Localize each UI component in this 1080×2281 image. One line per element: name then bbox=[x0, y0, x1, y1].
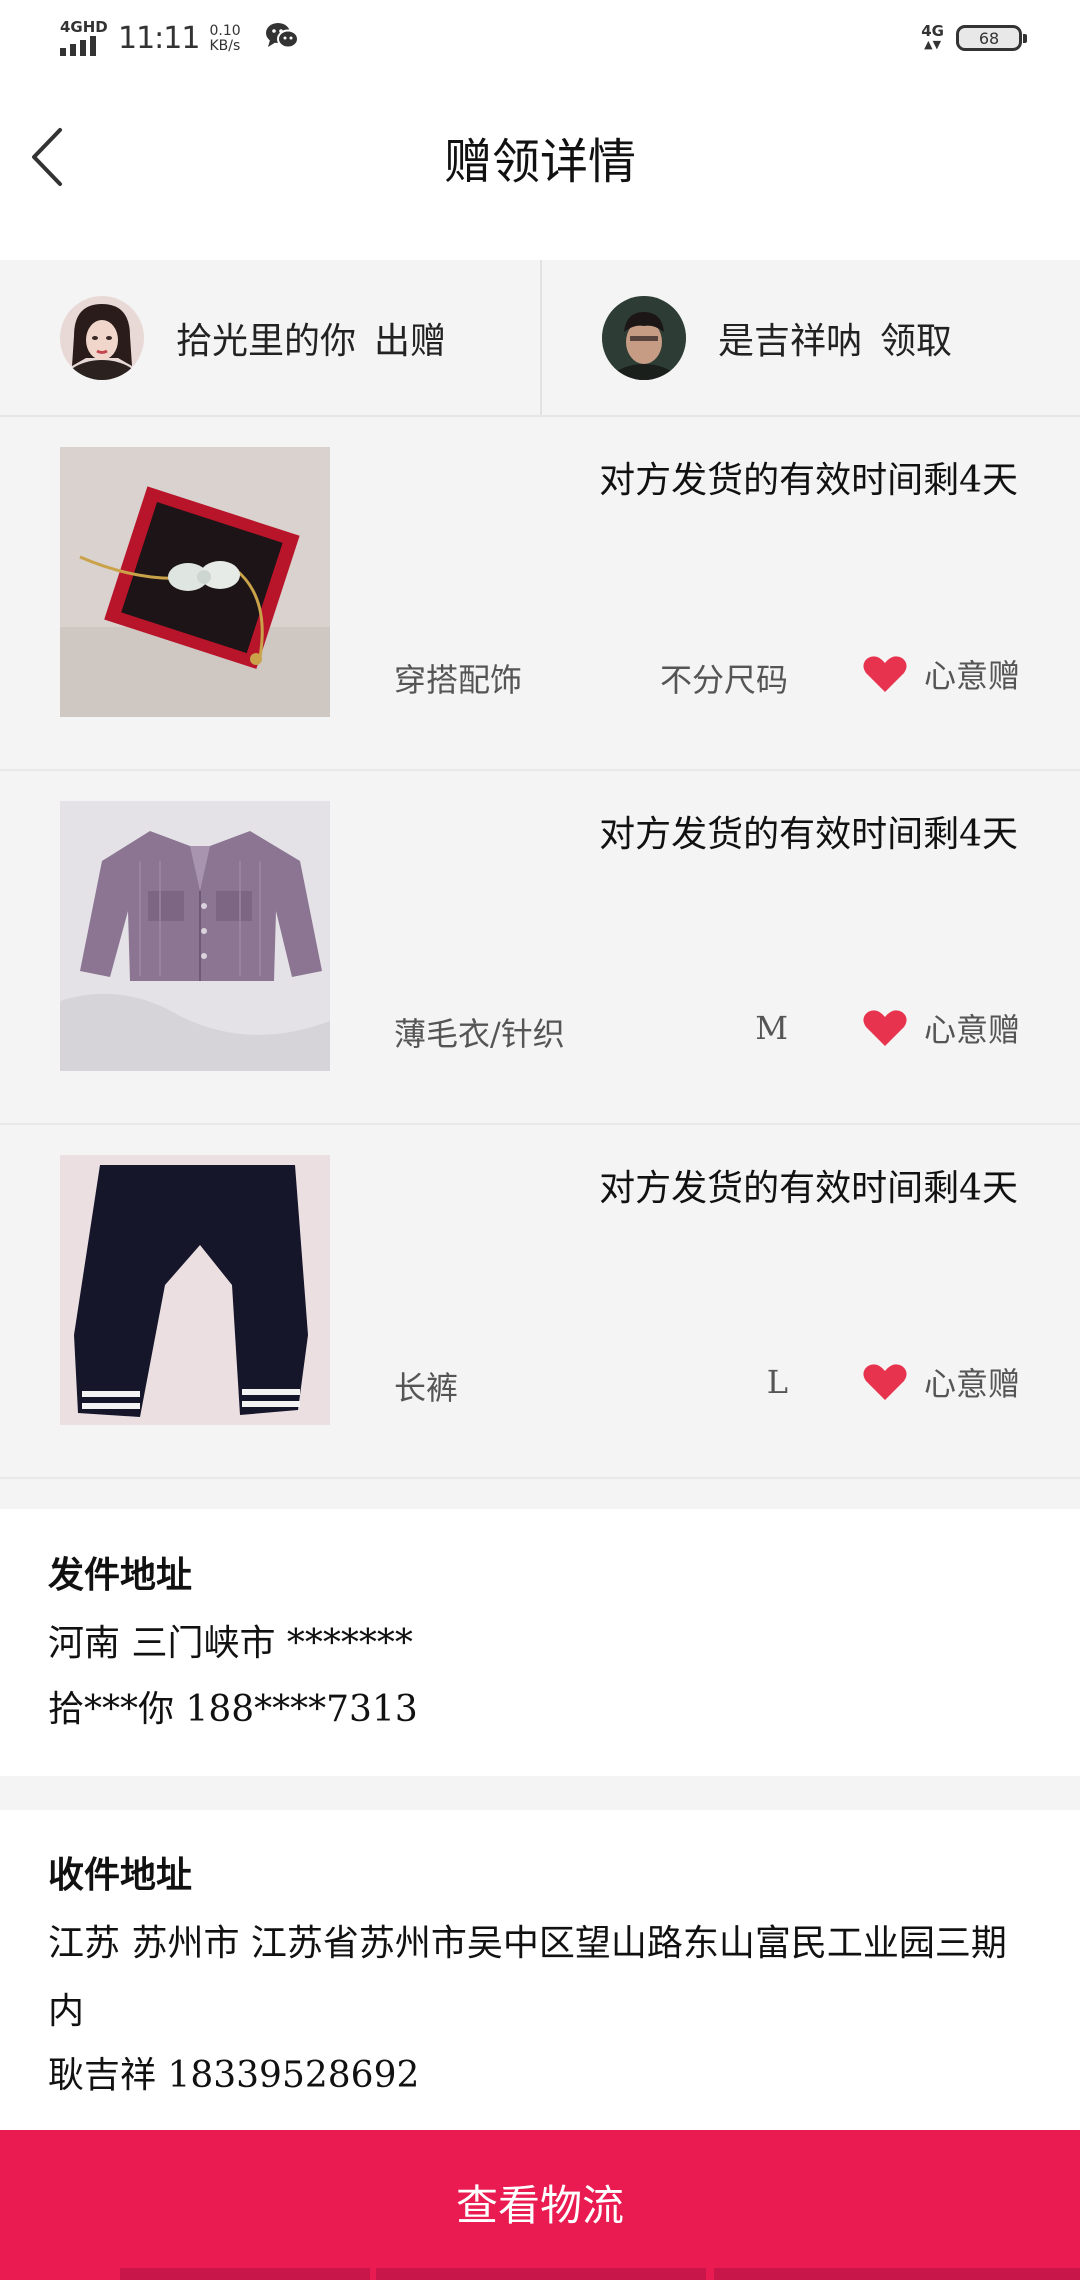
heart-icon bbox=[863, 1010, 907, 1046]
item-photo-bracelet[interactable] bbox=[60, 447, 330, 717]
giver-text: 拾光里的你 出赠 bbox=[176, 312, 464, 364]
bottom-edge-strip bbox=[0, 2268, 1080, 2280]
gift-item[interactable]: 对方发货的有效时间剩4天 薄毛衣/针织 M 心意赠 bbox=[0, 771, 1080, 1125]
sender-address-region: 河南 三门峡市 ******* bbox=[48, 1623, 413, 1664]
app-header: 赠领详情 bbox=[0, 80, 1080, 260]
status-right: 4G ▲▼ 68 bbox=[921, 22, 1027, 52]
receiver-avatar[interactable] bbox=[602, 295, 686, 380]
receiver-address-contact: 耿吉祥 18339528692 bbox=[48, 2055, 420, 2096]
item-category: 薄毛衣/针织 bbox=[394, 1015, 565, 1053]
status-bar: 4GHD 11:11 0.10 KB/s 4G ▲▼ 68 bbox=[0, 0, 1080, 80]
sender-address-title: 发件地址 bbox=[48, 1554, 193, 1596]
item-tag-label: 心意赠 bbox=[923, 657, 1020, 695]
item-size: L bbox=[766, 1363, 788, 1401]
sender-address-contact: 拾***你 188****7313 bbox=[48, 1689, 418, 1730]
view-logistics-button[interactable]: 查看物流 bbox=[0, 2130, 1080, 2280]
item-tag: 心意赠 bbox=[862, 1005, 1020, 1051]
wechat-icon bbox=[265, 22, 299, 54]
gift-item[interactable]: 对方发货的有效时间剩4天 长裤 L 心意赠 bbox=[0, 1125, 1080, 1479]
speed-value: 0.10 bbox=[209, 23, 241, 39]
giver-avatar[interactable] bbox=[60, 295, 144, 380]
battery-level: 68 bbox=[978, 28, 1000, 48]
item-tag: 心意赠 bbox=[862, 1359, 1020, 1405]
parties-panel: 拾光里的你 出赠 是吉祥呐 领取 bbox=[0, 260, 1080, 417]
network-label: 4GHD bbox=[60, 18, 108, 36]
receiver-address-detail: 江苏 苏州市 江苏省苏州市吴中区望山路东山富民工业园三期内 bbox=[48, 1923, 1007, 2032]
network-speed: 0.10 KB/s bbox=[209, 24, 240, 54]
item-photo-cardigan[interactable] bbox=[60, 801, 330, 1071]
item-deadline: 对方发货的有效时间剩4天 bbox=[599, 460, 1018, 501]
sender-address-section: 发件地址 河南 三门峡市 ******* 拾***你 188****7313 bbox=[0, 1510, 1080, 1776]
item-meta: 穿搭配饰 不分尺码 心意赠 bbox=[394, 647, 1020, 699]
mobile-data-icon: 4G ▲▼ bbox=[921, 22, 944, 52]
mobile-data-label: 4G bbox=[921, 22, 944, 40]
item-size: M bbox=[755, 1009, 788, 1047]
parties-divider bbox=[540, 260, 542, 415]
item-deadline: 对方发货的有效时间剩4天 bbox=[599, 1168, 1018, 1209]
receiver-name: 是吉祥呐 bbox=[718, 320, 863, 362]
item-meta: 薄毛衣/针织 M 心意赠 bbox=[394, 1001, 1020, 1053]
heart-icon bbox=[863, 1364, 907, 1400]
receiver-text: 是吉祥呐 领取 bbox=[718, 312, 970, 364]
heart-icon bbox=[863, 656, 907, 692]
giver-name: 拾光里的你 bbox=[176, 320, 357, 362]
receiver-address-section: 收件地址 江苏 苏州市 江苏省苏州市吴中区望山路东山富民工业园三期内 耿吉祥 1… bbox=[0, 1810, 1080, 2130]
gift-item[interactable]: 对方发货的有效时间剩4天 穿搭配饰 不分尺码 心意赠 bbox=[0, 417, 1080, 771]
status-left: 4GHD 11:11 0.10 KB/s bbox=[58, 18, 299, 56]
item-tag-label: 心意赠 bbox=[923, 1011, 1020, 1049]
giver-party[interactable]: 拾光里的你 出赠 bbox=[60, 260, 540, 415]
item-category: 长裤 bbox=[394, 1369, 459, 1407]
item-meta: 长裤 L 心意赠 bbox=[394, 1355, 1020, 1407]
page-title: 赠领详情 bbox=[443, 134, 636, 190]
signal-icon: 4GHD bbox=[58, 18, 108, 56]
item-tag-label: 心意赠 bbox=[923, 1365, 1020, 1403]
item-deadline: 对方发货的有效时间剩4天 bbox=[599, 814, 1018, 855]
item-photo-pants[interactable] bbox=[60, 1155, 330, 1425]
clock: 11:11 bbox=[118, 21, 200, 56]
speed-unit: KB/s bbox=[209, 38, 241, 54]
receiver-action: 领取 bbox=[880, 320, 953, 362]
item-size: 不分尺码 bbox=[659, 661, 788, 699]
battery-icon: 68 bbox=[956, 25, 1027, 51]
item-tag: 心意赠 bbox=[862, 651, 1020, 697]
item-category: 穿搭配饰 bbox=[394, 661, 523, 699]
receiver-party[interactable]: 是吉祥呐 领取 bbox=[602, 260, 1080, 415]
giver-action: 出赠 bbox=[374, 320, 447, 362]
receiver-address-title: 收件地址 bbox=[48, 1854, 193, 1896]
section-divider bbox=[0, 1776, 1080, 1810]
gift-items-list: 对方发货的有效时间剩4天 穿搭配饰 不分尺码 心意赠 对方发货的有效时间剩4天 … bbox=[0, 417, 1080, 1509]
